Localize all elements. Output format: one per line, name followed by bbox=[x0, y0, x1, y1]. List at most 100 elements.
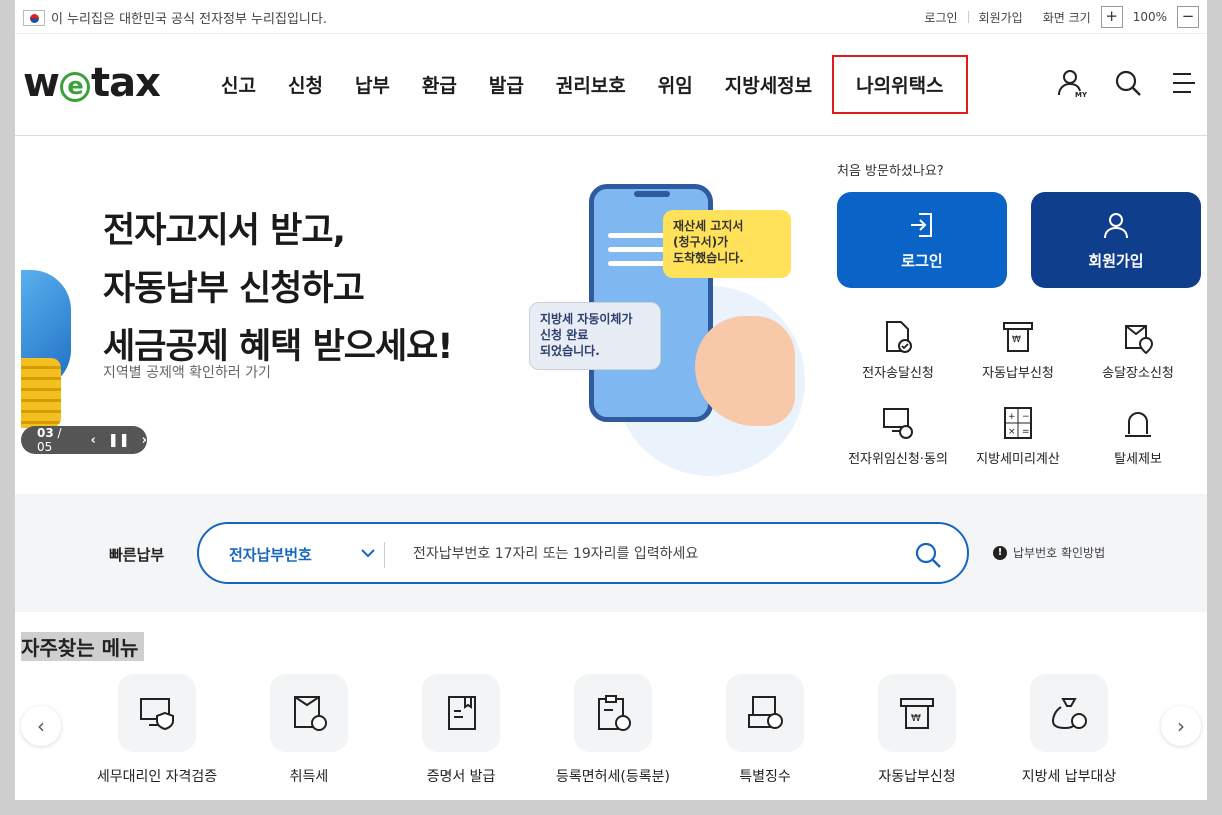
quick-label: 지방세미리계산 bbox=[976, 452, 1060, 467]
frequent-item[interactable]: 증명서 발급 bbox=[381, 674, 541, 786]
quick-label: 자동납부신청 bbox=[982, 366, 1054, 381]
svg-text:₩: ₩ bbox=[1012, 335, 1021, 345]
logo-e: e bbox=[59, 72, 90, 102]
zoom-out-button[interactable]: − bbox=[1177, 6, 1199, 28]
gnb-menu: 신고 신청 납부 환급 발급 권리보호 위임 지방세정보 나의위택스 bbox=[205, 34, 968, 134]
visitor-text: 처음 방문하셨나요? bbox=[837, 164, 944, 179]
next-slide-icon[interactable]: › bbox=[142, 433, 147, 448]
bill-icon: ₩ bbox=[1003, 322, 1033, 352]
phone-line bbox=[608, 233, 668, 238]
quick-delivery-address[interactable]: 송달장소신청 bbox=[1079, 320, 1197, 381]
top-join-link[interactable]: 회원가입 bbox=[979, 9, 1023, 26]
frequent-item-label: 지방세 납부대상 bbox=[1021, 769, 1117, 785]
top-links: 로그인 회원가입 화면 크기 + 100% − bbox=[924, 6, 1199, 28]
gnb-item-payment[interactable]: 납부 bbox=[339, 71, 406, 98]
frequent-item-label: 세무대리인 자격검증 bbox=[96, 769, 218, 785]
quick-auto-payment[interactable]: ₩ 자동납부신청 bbox=[959, 320, 1077, 381]
my-label: MY bbox=[1075, 91, 1087, 98]
join-button[interactable]: 회원가입 bbox=[1031, 192, 1201, 288]
frequent-item[interactable]: 등록면허세(등록분) bbox=[533, 674, 693, 786]
gnb-item-my-wetax[interactable]: 나의위택스 bbox=[832, 54, 968, 114]
quick-e-delivery[interactable]: 전자송달신청 bbox=[839, 320, 957, 381]
frequent-item[interactable]: 취득세 bbox=[229, 674, 389, 786]
coin-stack-illustration bbox=[21, 358, 61, 428]
help-text: 납부번호 확인방법 bbox=[1013, 546, 1106, 560]
zoom-label: 화면 크기 bbox=[1042, 10, 1091, 25]
frequent-item[interactable]: 세무대리인 자격검증 bbox=[77, 674, 237, 786]
monitor-shield-icon bbox=[140, 698, 174, 731]
gov-notice: 이 누리집은 대한민국 공식 전자정부 누리집입니다. bbox=[23, 8, 327, 27]
gnb-item-report[interactable]: 신고 bbox=[205, 71, 272, 98]
quick-pay-section: 빠른납부 전자납부번호 ! 납부번호 확인방법 bbox=[15, 494, 1207, 612]
search-icon[interactable] bbox=[1113, 68, 1143, 98]
hero-headline[interactable]: 전자고지서 받고, 자동납부 신청하고 세금공제 혜택 받으세요! bbox=[103, 202, 453, 376]
my-user-icon[interactable]: MY bbox=[1057, 68, 1087, 98]
next-arrow-icon[interactable]: › bbox=[1161, 706, 1201, 746]
login-button[interactable]: 로그인 bbox=[837, 192, 1007, 288]
login-button-label: 로그인 bbox=[901, 251, 943, 270]
quick-tax-calculator[interactable]: + − × = 지방세미리계산 bbox=[959, 406, 1077, 467]
hero-line-2: 자동납부 신청하고 bbox=[103, 269, 365, 309]
frequent-item-icon-box bbox=[726, 674, 804, 752]
korea-flag-icon bbox=[23, 9, 45, 26]
svg-text:=: = bbox=[1022, 427, 1030, 437]
logo-w: w bbox=[23, 60, 60, 106]
location-envelope-icon bbox=[1125, 325, 1154, 354]
frequent-item-icon-box: ₩ bbox=[878, 674, 956, 752]
prev-arrow-icon[interactable]: ‹ bbox=[21, 706, 61, 746]
user-icon bbox=[1104, 212, 1128, 238]
wetax-logo[interactable]: w e tax bbox=[23, 60, 161, 106]
main-navigation: w e tax 신고 신청 납부 환급 발급 권리보호 위임 지방세정보 나의위택스… bbox=[15, 34, 1207, 136]
divider bbox=[384, 542, 385, 568]
hero-line-1: 전자고지서 받고, bbox=[103, 211, 346, 251]
frequent-item-label: 증명서 발급 bbox=[426, 769, 496, 785]
svg-text:+: + bbox=[1008, 412, 1016, 422]
gov-notice-text: 이 누리집은 대한민국 공식 전자정부 누리집입니다. bbox=[51, 12, 327, 27]
calculator-icon: + −× = bbox=[1004, 407, 1032, 439]
gnb-item-apply[interactable]: 신청 bbox=[272, 71, 339, 98]
frequent-item[interactable]: 특별징수 bbox=[685, 674, 845, 786]
chevron-down-icon[interactable] bbox=[357, 542, 379, 564]
notice-bubble-yellow: 재산세 고지서 (청구서)가 도착했습니다. bbox=[663, 210, 791, 278]
quick-label: 전자위임신청·동의 bbox=[848, 452, 948, 467]
notice-bubble-gray: 지방세 자동이체가 신청 완료 되었습니다. bbox=[529, 302, 661, 370]
payment-number-help-link[interactable]: ! 납부번호 확인방법 bbox=[993, 544, 1105, 561]
quick-label: 송달장소신청 bbox=[1102, 366, 1174, 381]
prev-slide-icon[interactable]: ‹ bbox=[90, 433, 95, 448]
top-utility-bar: 이 누리집은 대한민국 공식 전자정부 누리집입니다. 로그인 회원가입 화면 … bbox=[15, 0, 1207, 34]
gnb-item-refund[interactable]: 환급 bbox=[406, 71, 473, 98]
bubble-gray-line-1: 지방세 자동이체가 bbox=[540, 312, 633, 326]
monitor-check-icon bbox=[883, 408, 913, 439]
zoom-in-button[interactable]: + bbox=[1100, 6, 1123, 28]
quick-e-delegation[interactable]: 전자위임신청·동의 bbox=[839, 406, 957, 467]
gnb-item-local-tax-info[interactable]: 지방세정보 bbox=[709, 71, 828, 98]
frequent-item-icon-box bbox=[118, 674, 196, 752]
zoom-value: 100% bbox=[1132, 10, 1167, 24]
quick-tax-evasion-report[interactable]: 탈세제보 bbox=[1079, 406, 1197, 467]
frequent-item[interactable]: 지방세 납부대상 bbox=[989, 674, 1149, 786]
document-check-icon bbox=[886, 321, 912, 353]
gnb-item-rights[interactable]: 권리보호 bbox=[540, 71, 642, 98]
search-icon[interactable] bbox=[913, 540, 943, 570]
certificate-icon bbox=[448, 696, 476, 730]
join-button-label: 회원가입 bbox=[1088, 251, 1144, 270]
gnb-item-issue[interactable]: 발급 bbox=[473, 71, 540, 98]
bubble-yellow-line-1: 재산세 고지서 bbox=[673, 219, 744, 233]
bubble-gray-line-2: 신청 완료 bbox=[540, 328, 589, 342]
clipboard-won-icon bbox=[598, 695, 631, 731]
frequent-item-icon-box bbox=[574, 674, 652, 752]
gnb-item-delegation[interactable]: 위임 bbox=[642, 71, 709, 98]
hero-sub-link[interactable]: 지역별 공제액 확인하러 가기 bbox=[103, 362, 271, 382]
frequent-item[interactable]: ₩ 자동납부신청 bbox=[837, 674, 997, 786]
bubble-gray-line-3: 되었습니다. bbox=[540, 344, 600, 358]
frequent-item-label: 취득세 bbox=[289, 769, 329, 785]
money-bag-icon bbox=[1051, 698, 1087, 730]
frequent-item-label: 특별징수 bbox=[739, 769, 791, 785]
top-login-link[interactable]: 로그인 bbox=[924, 9, 957, 26]
payment-type-select[interactable]: 전자납부번호 bbox=[229, 544, 312, 565]
info-icon: ! bbox=[993, 545, 1007, 560]
pause-icon[interactable]: ❚❚ bbox=[108, 433, 130, 448]
payment-number-input[interactable] bbox=[413, 540, 893, 568]
hamburger-menu-icon[interactable] bbox=[1169, 68, 1199, 98]
hero-section: 전자고지서 받고, 자동납부 신청하고 세금공제 혜택 받으세요! 지역별 공제… bbox=[15, 136, 1207, 494]
